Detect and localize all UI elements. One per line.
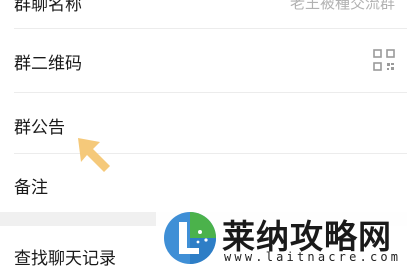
remark-row[interactable]: 备注 xyxy=(0,154,407,212)
search-history-label: 查找聊天记录 xyxy=(14,249,116,269)
group-qr-label: 群二维码 xyxy=(14,54,82,74)
arrow-pointer-icon xyxy=(78,138,110,172)
group-name-value: 老王被種交流群 xyxy=(289,0,395,12)
watermark-site-url: www.laitnacre.com xyxy=(224,250,402,264)
qr-code-icon xyxy=(373,49,395,75)
watermark: 莱纳攻略网 www.laitnacre.com xyxy=(156,206,407,270)
group-notice-row[interactable]: 群公告 xyxy=(0,93,407,153)
group-name-row[interactable]: 群聊名称 老王被種交流群 xyxy=(0,0,407,28)
site-logo-icon xyxy=(164,212,216,264)
group-notice-label: 群公告 xyxy=(14,118,65,138)
remark-label: 备注 xyxy=(14,178,48,198)
group-name-label: 群聊名称 xyxy=(14,0,82,15)
group-qr-row[interactable]: 群二维码 xyxy=(0,29,407,91)
